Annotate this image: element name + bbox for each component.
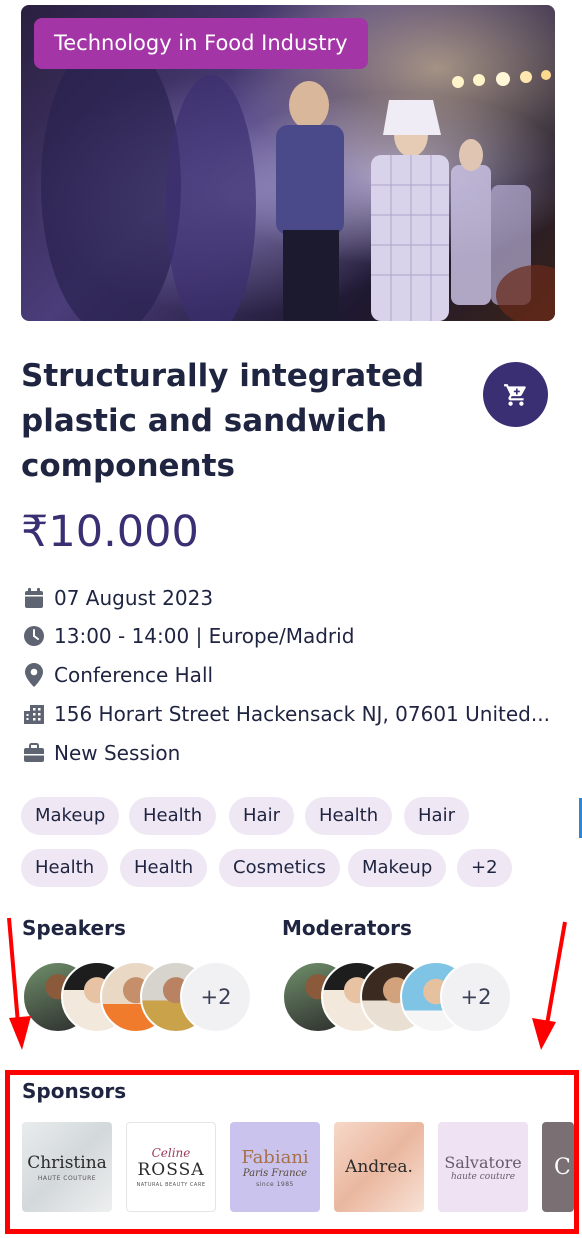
sponsor-logo-celine-rossa[interactable]: Celine ROSSA NATURAL BEAUTY CARE [126, 1122, 216, 1212]
annotation-arrows [7, 917, 567, 1050]
sponsor-logo-partial[interactable]: C [542, 1122, 574, 1212]
sponsor-logo-andrea[interactable]: Andrea. [334, 1122, 424, 1212]
sponsors-heading: Sponsors [22, 1079, 127, 1103]
sponsor-logo-christina[interactable]: Christina HAUTE COUTURE [22, 1122, 112, 1212]
sponsor-logo-fabiani[interactable]: Fabiani Paris France since 1985 [230, 1122, 320, 1212]
sponsor-logo-salvatore[interactable]: Salvatore haute couture [438, 1122, 528, 1212]
